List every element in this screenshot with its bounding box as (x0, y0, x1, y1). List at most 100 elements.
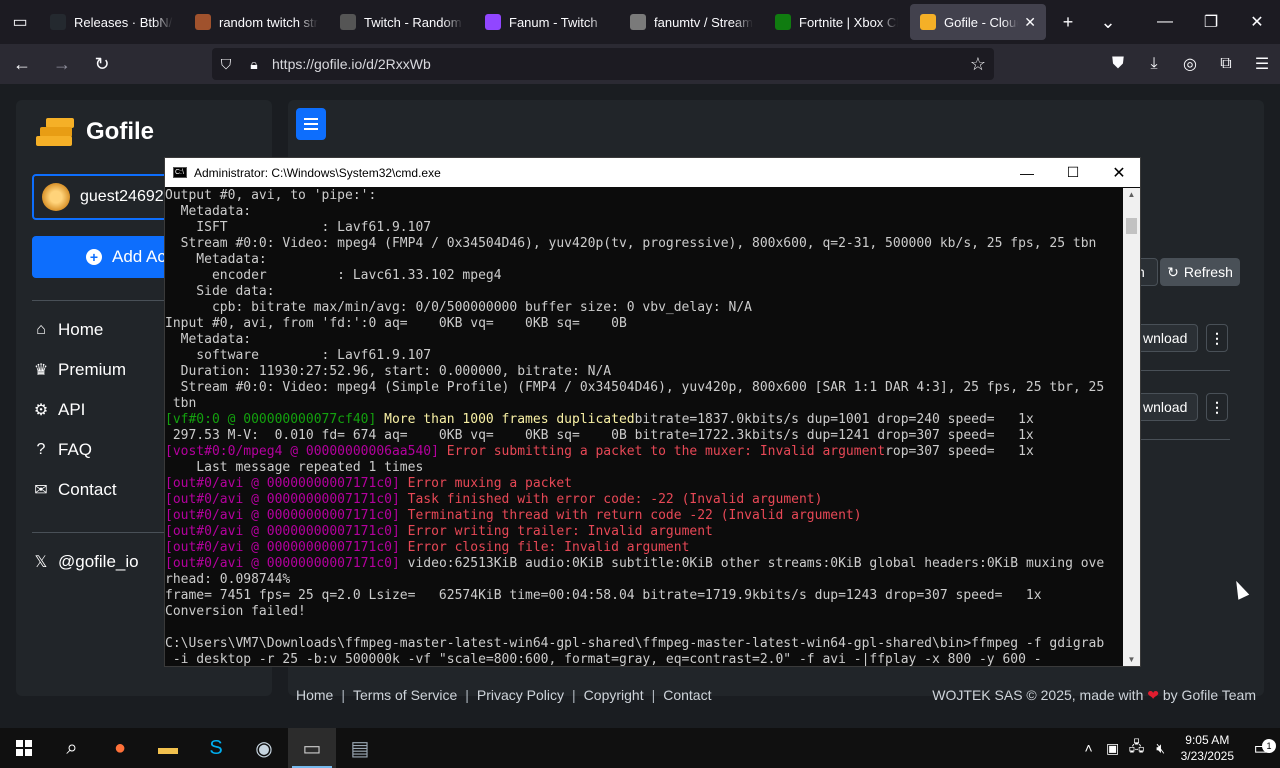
row-divider (1134, 370, 1230, 371)
pocket-icon[interactable]: ⛊ (1100, 48, 1136, 80)
menu-icon[interactable]: ☰ (1244, 48, 1280, 80)
taskbar-firefox-button[interactable]: ● (96, 728, 144, 768)
console-text: [out#0/avi @ 00000000007171c0] (165, 476, 408, 491)
browser-tab[interactable]: Fanum - Twitch (475, 4, 618, 40)
firefox-view-icon[interactable]: ▭ (0, 0, 40, 44)
cmd-title: Administrator: C:\Windows\System32\cmd.e… (194, 165, 441, 180)
firefox-icon: ● (113, 736, 127, 759)
stream-icon (630, 14, 646, 30)
back-button[interactable]: ← (4, 48, 40, 80)
footer-link[interactable]: Contact (663, 687, 711, 703)
footer-link[interactable]: Privacy Policy (477, 687, 564, 703)
lock-icon[interactable]: 🔒︎ (240, 56, 268, 73)
taskbar-file-explorer-button[interactable]: ▬ (144, 728, 192, 768)
network-icon[interactable]: 🖧︎ (1125, 736, 1149, 760)
console-line: C:\Users\VM7\Downloads\ffmpeg-master-lat… (165, 636, 1125, 652)
sidebar-item-label: Premium (58, 360, 127, 379)
console-line: cpb: bitrate max/min/avg: 0/0/500000000 … (165, 300, 1125, 316)
start-button[interactable] (0, 728, 48, 768)
clock[interactable]: 9:05 AM 3/23/2025 (1181, 732, 1234, 764)
taskbar-search-button[interactable]: ⌕ (48, 728, 96, 768)
sidebar-item-faq[interactable]: ? FAQ (32, 440, 92, 460)
new-tab-button[interactable]: + (1048, 0, 1088, 44)
windows-taskbar: ⌕ ● ▬ S ◉ ▭ ▤ ˄ ▣ 🖧︎ 🔇︎ 9:05 AM 3/23/2025 ▭ 1 (0, 728, 1280, 768)
taskbar-steam-button[interactable]: ◉ (240, 728, 288, 768)
cmd-scrollbar[interactable]: ▲ ▼ (1123, 188, 1140, 666)
download-button-1[interactable]: wnload (1134, 324, 1198, 352)
browser-tab[interactable]: random twitch stre (185, 4, 328, 40)
account-icon[interactable]: ◎ (1172, 48, 1208, 80)
footer-link[interactable]: Terms of Service (353, 687, 457, 703)
console-line: [out#0/avi @ 00000000007171c0] Error mux… (165, 476, 1125, 492)
console-line: Stream #0:0: Video: mpeg4 (Simple Profil… (165, 380, 1125, 396)
scroll-up-arrow[interactable]: ▲ (1123, 190, 1140, 199)
console-line: Stream #0:0: Video: mpeg4 (FMP4 / 0x3450… (165, 236, 1125, 252)
console-text: [out#0/avi @ 00000000007171c0] (165, 524, 408, 539)
console-text: More than 1000 frames duplicated (384, 412, 635, 427)
console-line: encoder : Lavc61.33.102 mpeg4 (165, 268, 1125, 284)
scrollbar-thumb[interactable] (1126, 218, 1137, 234)
social-link-x[interactable]: 𝕏 @gofile_io (32, 552, 139, 572)
console-text: Conversion failed! (165, 604, 306, 619)
cmd-close-button[interactable]: ✕ (1096, 158, 1142, 187)
more-options-button-2[interactable]: ⋮ (1206, 393, 1228, 421)
taskbar-skype-button[interactable]: S (192, 728, 240, 768)
twitch-icon (485, 14, 501, 30)
forward-button[interactable]: → (44, 48, 80, 80)
crown-icon: ♛ (33, 362, 49, 379)
sidebar-item-contact[interactable]: ✉ Contact (32, 480, 116, 500)
browser-restore-button[interactable]: ❐ (1188, 0, 1234, 44)
browser-tab[interactable]: Releases · BtbN/FFm (40, 4, 183, 40)
extensions-icon[interactable]: ⧉ (1208, 48, 1244, 80)
footer-link[interactable]: Copyright (584, 687, 644, 703)
action-center-button[interactable]: ▭ 1 (1244, 738, 1280, 759)
url-text[interactable]: https://gofile.io/d/2RxxWb (272, 56, 431, 72)
sidebar-item-premium[interactable]: ♛ Premium (32, 360, 126, 380)
chevron-up-icon[interactable]: ˄ (1077, 740, 1101, 756)
more-options-button-1[interactable]: ⋮ (1206, 324, 1228, 352)
scroll-down-arrow[interactable]: ▼ (1123, 655, 1140, 664)
cmd-titlebar[interactable]: C:\ Administrator: C:\Windows\System32\c… (165, 158, 1140, 187)
browser-close-button[interactable]: ✕ (1234, 0, 1280, 44)
volume-muted-icon[interactable]: 🔇︎ (1149, 740, 1173, 757)
close-tab-icon[interactable]: ✕ (1024, 14, 1036, 31)
reload-button[interactable]: ↻ (84, 48, 120, 80)
cmd-console-output[interactable]: Output #0, avi, to 'pipe:': Metadata: IS… (165, 188, 1125, 666)
taskbar-app-window-button[interactable]: ▤ (336, 728, 384, 768)
browser-tab[interactable]: Fortnite | Xbox Clo (765, 4, 908, 40)
sidebar-item-api[interactable]: ⚙ API (32, 400, 86, 420)
download-button-2[interactable]: wnload (1134, 393, 1198, 421)
refresh-button[interactable]: ↻ Refresh (1160, 258, 1240, 286)
downloads-icon[interactable]: ⤓ (1136, 48, 1172, 80)
browser-tab[interactable]: fanumtv / Stream (620, 4, 763, 40)
cmd-minimize-button[interactable]: — (1004, 158, 1050, 187)
cmd-window[interactable]: C:\ Administrator: C:\Windows\System32\c… (164, 157, 1141, 667)
device-icon[interactable]: ▣ (1101, 740, 1125, 757)
console-text: [vost#0:0/mpeg4 @ 00000000006aa540] (165, 444, 447, 459)
address-bar[interactable]: ⛉ 🔒︎ https://gofile.io/d/2RxxWb ☆ (212, 48, 994, 80)
console-line: Conversion failed! (165, 604, 1125, 620)
sidebar-item-home[interactable]: ⌂ Home (32, 320, 103, 340)
copyright: WOJTEK SAS © 2025, made with ❤ by Gofile… (932, 687, 1256, 704)
browser-tab[interactable]: Gofile - Cloud St ✕ (910, 4, 1046, 40)
console-text: rhead: 0.098744% (165, 572, 291, 587)
question-icon: ? (36, 441, 46, 458)
footer-link[interactable]: Home (296, 687, 333, 703)
browser-minimize-button[interactable]: — (1142, 0, 1188, 44)
bookmark-star-icon[interactable]: ☆ (970, 54, 986, 75)
console-line: Metadata: (165, 204, 1125, 220)
console-line: Input #0, avi, from 'fd:':0 aq= 0KB vq= … (165, 316, 1125, 332)
footer: Home | Terms of Service | Privacy Policy | Cop… (296, 687, 1256, 704)
console-line: [vost#0:0/mpeg4 @ 00000000006aa540] Erro… (165, 444, 1125, 460)
browser-tab[interactable]: Twitch - Random Str (330, 4, 473, 40)
cmd-maximize-button[interactable]: ☐ (1050, 158, 1096, 187)
list-all-tabs-button[interactable]: ⌄ (1088, 0, 1128, 44)
gofile-logo[interactable]: Gofile (36, 116, 154, 148)
tracking-protection-icon[interactable]: ⛉ (212, 56, 240, 73)
console-line: [out#0/avi @ 00000000007171c0] video:625… (165, 556, 1125, 572)
console-text: Error submitting a packet to the muxer: … (446, 444, 886, 459)
steam-icon: ◉ (255, 737, 273, 760)
console-line: Last message repeated 1 times (165, 460, 1125, 476)
taskbar-cmd-button[interactable]: ▭ (288, 728, 336, 768)
sidebar-toggle-button[interactable] (296, 108, 326, 140)
